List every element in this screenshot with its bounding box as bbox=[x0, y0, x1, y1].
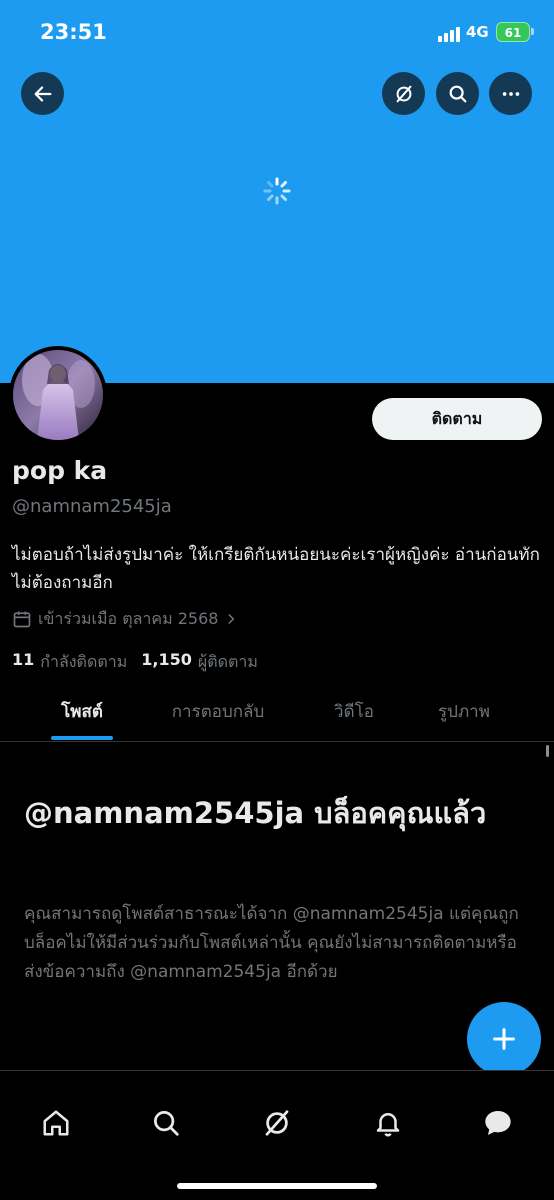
calendar-icon bbox=[13, 611, 31, 628]
network-label: 4G bbox=[466, 23, 489, 41]
more-icon bbox=[502, 91, 519, 96]
bottom-nav bbox=[0, 1070, 554, 1200]
status-time: 23:51 bbox=[40, 20, 107, 44]
avatar[interactable] bbox=[9, 346, 107, 444]
display-name: pop ka bbox=[12, 456, 108, 485]
home-indicator bbox=[177, 1183, 377, 1189]
profile-bio: ไม่ตอบถ้าไม่ส่งรูปมาค่ะ ให้เกรียติกันหน่… bbox=[12, 545, 540, 593]
followers-count: 1,150 bbox=[141, 650, 192, 669]
chevron-right-icon bbox=[228, 614, 235, 624]
nav-home[interactable] bbox=[36, 1103, 76, 1143]
grok-icon bbox=[265, 1110, 289, 1136]
follow-button[interactable]: ติดตาม bbox=[372, 398, 542, 440]
followers-label: ผู้ติดตาม bbox=[197, 652, 258, 671]
arrow-left-icon bbox=[34, 85, 51, 102]
battery-icon: 61 bbox=[496, 22, 530, 42]
profile-handle: @namnam2545ja bbox=[12, 496, 172, 517]
search-button[interactable] bbox=[436, 72, 479, 115]
search-icon bbox=[449, 85, 466, 102]
blocked-message: คุณสามารถดูโพสต์สาธารณะได้จาก @namnam254… bbox=[24, 904, 519, 982]
search-icon bbox=[154, 1111, 179, 1136]
nav-search[interactable] bbox=[146, 1103, 186, 1143]
tab-replies[interactable]: การตอบกลับ bbox=[148, 686, 288, 742]
blocked-title: @namnam2545ja บล็อคคุณแล้ว bbox=[24, 796, 487, 830]
following-label: กำลังติดตาม bbox=[40, 652, 128, 671]
compose-button[interactable] bbox=[467, 1002, 541, 1076]
status-bar: 23:51 4G 61 bbox=[0, 0, 554, 64]
nav-messages[interactable] bbox=[478, 1103, 518, 1143]
tab-posts[interactable]: โพสต์ bbox=[30, 686, 134, 742]
active-tab-indicator bbox=[51, 736, 113, 740]
nav-notifications[interactable] bbox=[368, 1103, 408, 1143]
joined-label: เข้าร่วมเมือ ตุลาคม 2568 bbox=[38, 608, 219, 628]
profile-tabs: โพสต์ การตอบกลับ วิดีโอ รูปภาพ bbox=[0, 686, 554, 742]
more-button[interactable] bbox=[489, 72, 532, 115]
scrollbar[interactable] bbox=[546, 745, 549, 757]
home-icon bbox=[43, 1110, 69, 1136]
grok-icon bbox=[396, 85, 411, 102]
follow-stats: 11 กำลังติดตาม 1,150 ผู้ติดตาม bbox=[12, 650, 272, 675]
battery-tip bbox=[531, 28, 534, 35]
plus-icon bbox=[493, 1028, 515, 1050]
avatar-image bbox=[13, 350, 103, 440]
joined-date[interactable]: เข้าร่วมเมือ ตุลาคม 2568 bbox=[12, 607, 244, 631]
nav-grok[interactable] bbox=[257, 1103, 297, 1143]
following-count: 11 bbox=[12, 650, 35, 669]
signal-icon bbox=[438, 26, 462, 42]
chat-bubble-icon bbox=[485, 1111, 511, 1135]
back-button[interactable] bbox=[21, 72, 64, 115]
tab-videos[interactable]: วิดีโอ bbox=[304, 686, 404, 742]
following-link[interactable]: 11 กำลังติดตาม bbox=[12, 650, 127, 675]
tab-photos[interactable]: รูปภาพ bbox=[414, 686, 514, 742]
loading-spinner-icon bbox=[263, 177, 291, 205]
bell-icon bbox=[376, 1113, 400, 1137]
grok-button[interactable] bbox=[382, 72, 425, 115]
followers-link[interactable]: 1,150 ผู้ติดตาม bbox=[141, 650, 258, 675]
